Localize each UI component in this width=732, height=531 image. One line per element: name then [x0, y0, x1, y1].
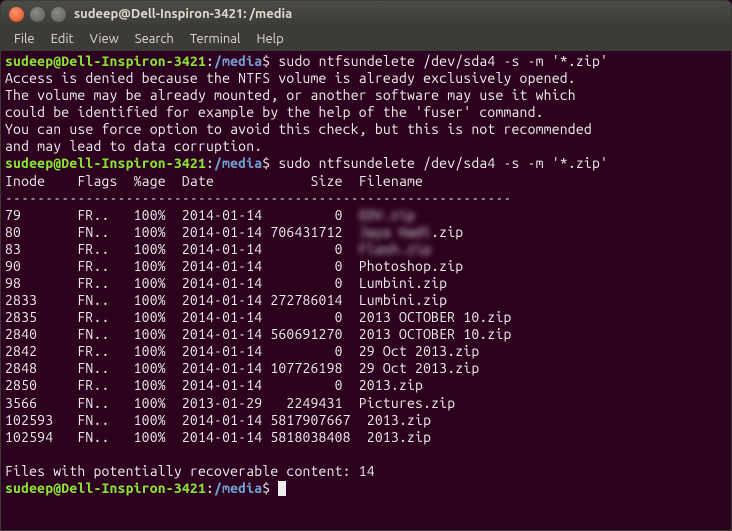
- menubar: File Edit View Search Terminal Help: [1, 27, 731, 51]
- titlebar[interactable]: sudeep@Dell-Inspiron-3421: /media: [1, 1, 731, 27]
- minimize-icon[interactable]: [30, 7, 45, 22]
- terminal-window: sudeep@Dell-Inspiron-3421: /media File E…: [0, 0, 732, 531]
- menu-file[interactable]: File: [7, 30, 42, 48]
- window-controls: [9, 7, 66, 22]
- close-icon[interactable]: [9, 7, 24, 22]
- menu-search[interactable]: Search: [128, 30, 181, 48]
- window-title: sudeep@Dell-Inspiron-3421: /media: [74, 7, 292, 21]
- menu-view[interactable]: View: [83, 30, 126, 48]
- maximize-icon[interactable]: [51, 7, 66, 22]
- cursor-icon: [278, 481, 286, 496]
- menu-terminal[interactable]: Terminal: [183, 30, 248, 48]
- menu-edit[interactable]: Edit: [44, 30, 81, 48]
- menu-help[interactable]: Help: [249, 30, 290, 48]
- terminal-area[interactable]: sudeep@Dell-Inspiron-3421:/media$ sudo n…: [1, 51, 731, 530]
